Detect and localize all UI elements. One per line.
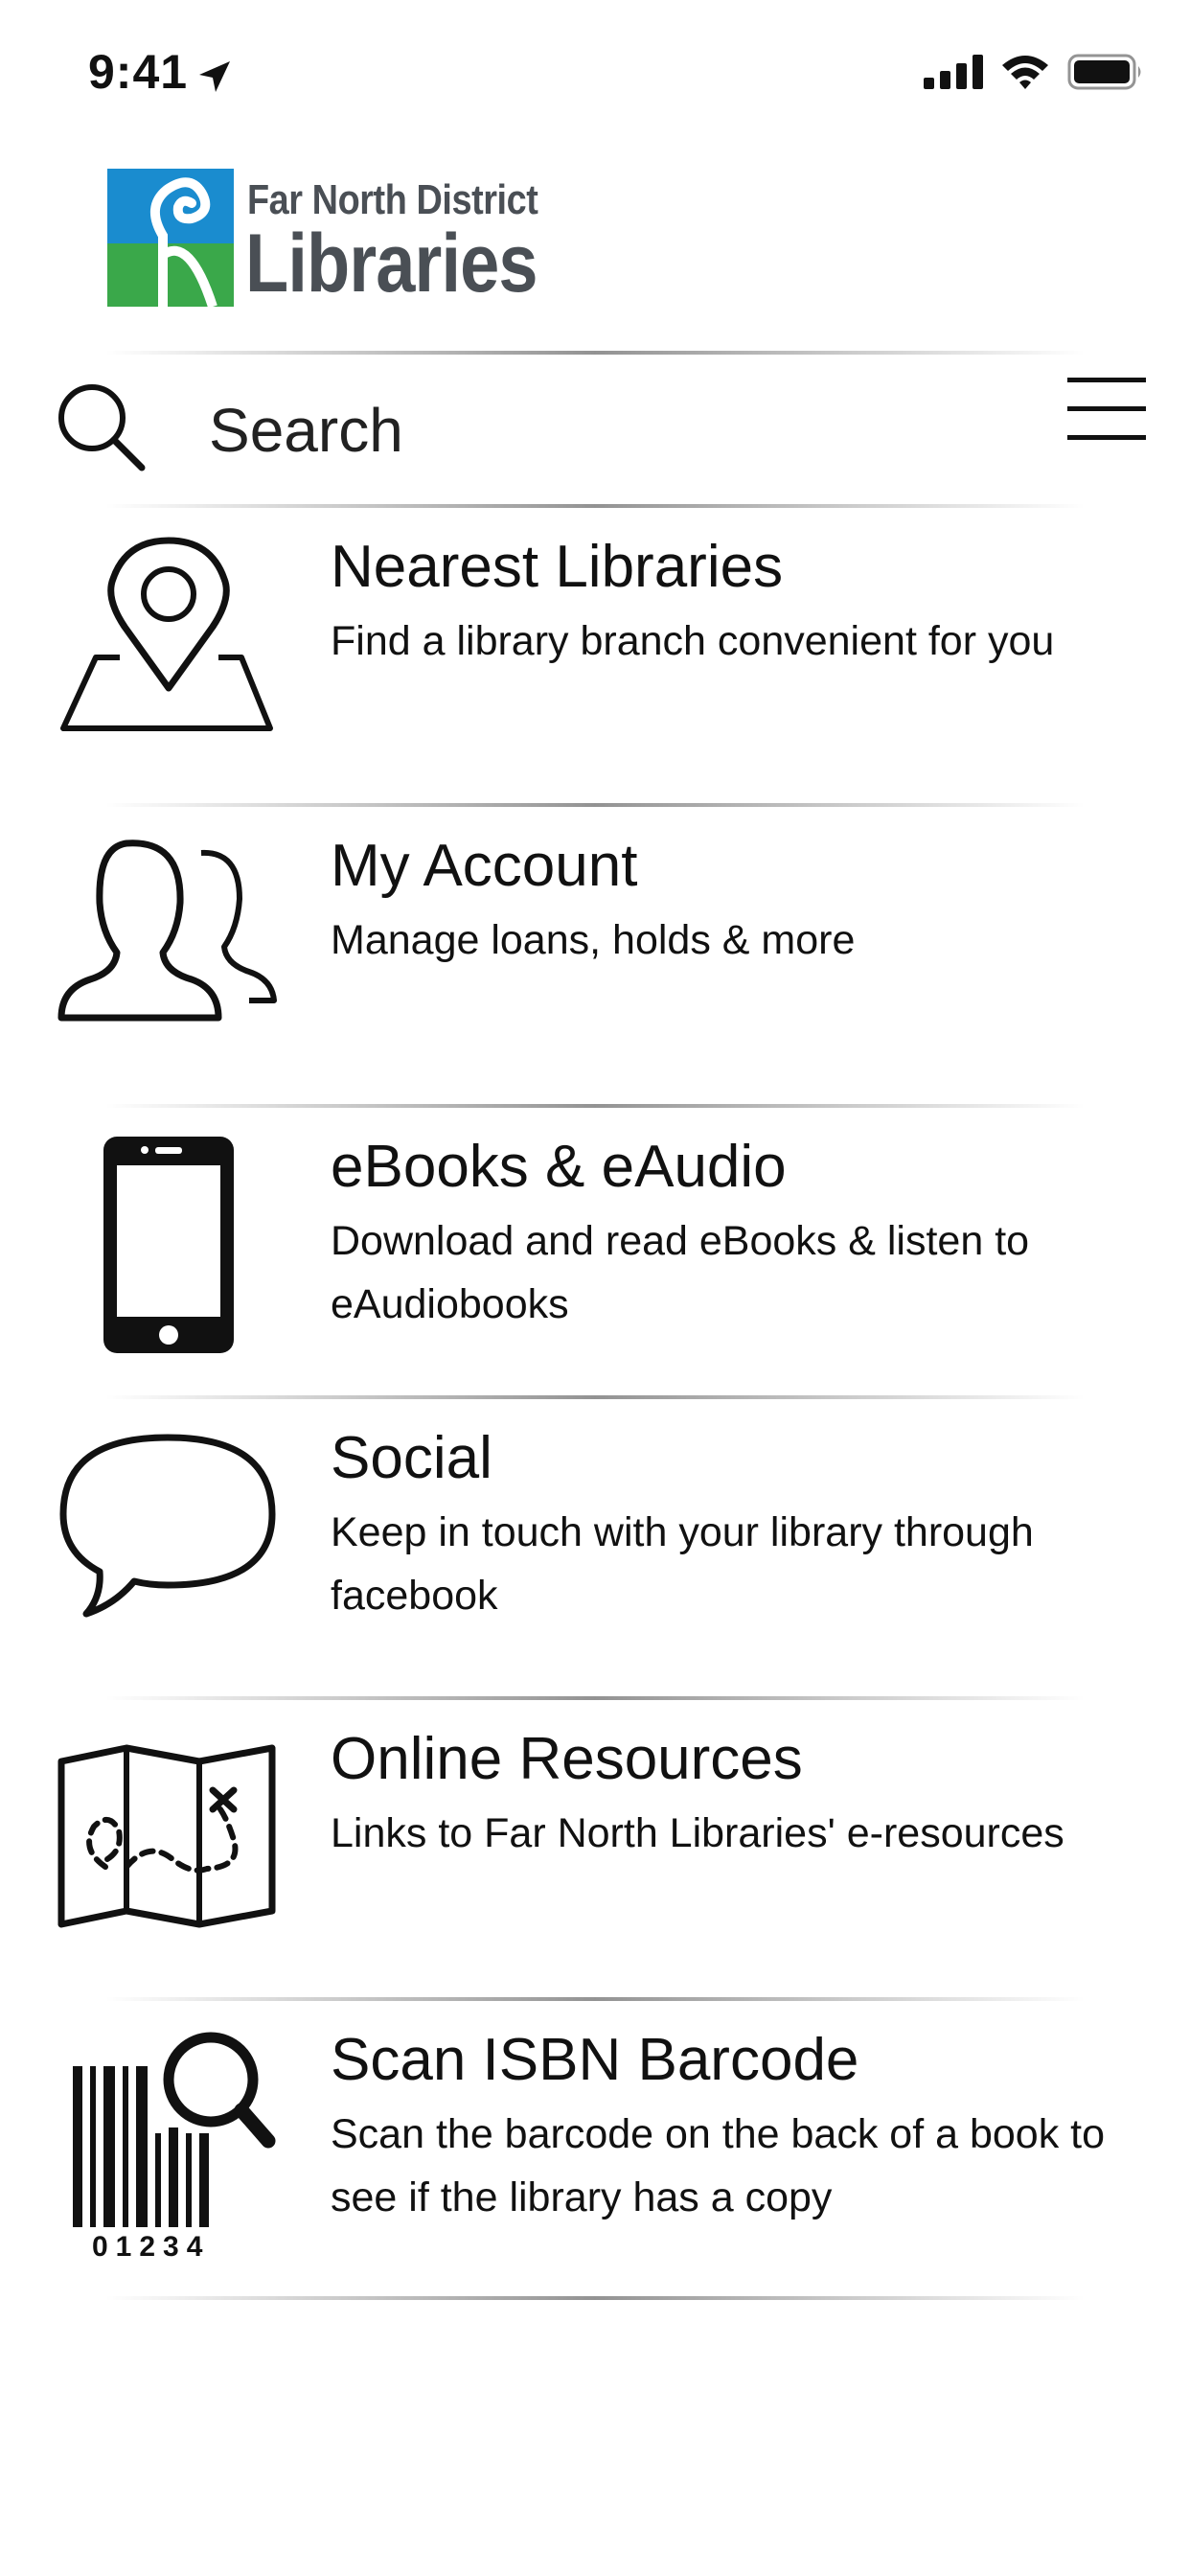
location-arrow-icon: [199, 61, 230, 92]
menu-item-my-account[interactable]: My Account Manage loans, holds & more: [0, 813, 1190, 1100]
menu-item-title: Nearest Libraries: [331, 534, 784, 600]
cellular-signal-icon: [924, 55, 983, 89]
search-input[interactable]: [209, 387, 975, 473]
search-icon[interactable]: [54, 380, 149, 475]
battery-icon: [1067, 54, 1141, 90]
hamburger-menu-icon[interactable]: [1067, 376, 1146, 443]
speech-bubble-icon: [59, 1434, 276, 1618]
menu-item-description: Scan the barcode on the back of a book t…: [331, 2111, 1106, 2220]
divider: [105, 803, 1085, 807]
status-icons: [924, 54, 1144, 90]
map-pin-icon: [60, 537, 273, 731]
menu-item-description: Manage loans, holds & more: [331, 917, 856, 963]
menu-item-description: Download and read eBooks & listen to eAu…: [331, 1218, 1030, 1327]
menu-item-title: Scan ISBN Barcode: [331, 2027, 859, 2093]
menu-item-scan-isbn-barcode[interactable]: 01234 Scan ISBN Barcode Scan the barcode…: [0, 2007, 1190, 2294]
logo-text-libraries: Libraries: [245, 218, 538, 310]
library-logo-mark: [107, 169, 234, 307]
divider: [105, 1395, 1085, 1399]
divider: [105, 1104, 1085, 1108]
barcode-search-icon: 01234: [73, 2032, 276, 2258]
menu-item-ebooks-eaudio[interactable]: eBooks & eAudio Download and read eBooks…: [0, 1114, 1190, 1401]
menu-item-title: My Account: [331, 833, 638, 899]
divider: [105, 1696, 1085, 1700]
barcode-digits: 01234: [92, 2231, 210, 2258]
menu-item-description: Links to Far North Libraries' e-resource…: [331, 1810, 1064, 1856]
menu-item-nearest-libraries[interactable]: Nearest Libraries Find a library branch …: [0, 514, 1190, 801]
divider: [105, 351, 1085, 355]
divider: [105, 2296, 1085, 2300]
menu-item-title: Online Resources: [331, 1726, 803, 1792]
menu-item-title: eBooks & eAudio: [331, 1134, 787, 1200]
divider: [105, 504, 1085, 508]
status-time: 9:41: [88, 45, 189, 99]
users-icon: [57, 840, 277, 1022]
wifi-icon: [1002, 56, 1048, 89]
menu-item-description: Keep in touch with your library through …: [331, 1509, 1034, 1619]
smartphone-icon: [103, 1137, 234, 1353]
menu-item-social[interactable]: Social Keep in touch with your library t…: [0, 1405, 1190, 1692]
menu-item-title: Social: [331, 1425, 492, 1491]
menu-item-description: Find a library branch convenient for you: [331, 618, 1055, 664]
divider: [105, 1997, 1085, 2001]
treasure-map-icon: [57, 1744, 276, 1928]
menu-item-online-resources[interactable]: Online Resources Links to Far North Libr…: [0, 1706, 1190, 1993]
